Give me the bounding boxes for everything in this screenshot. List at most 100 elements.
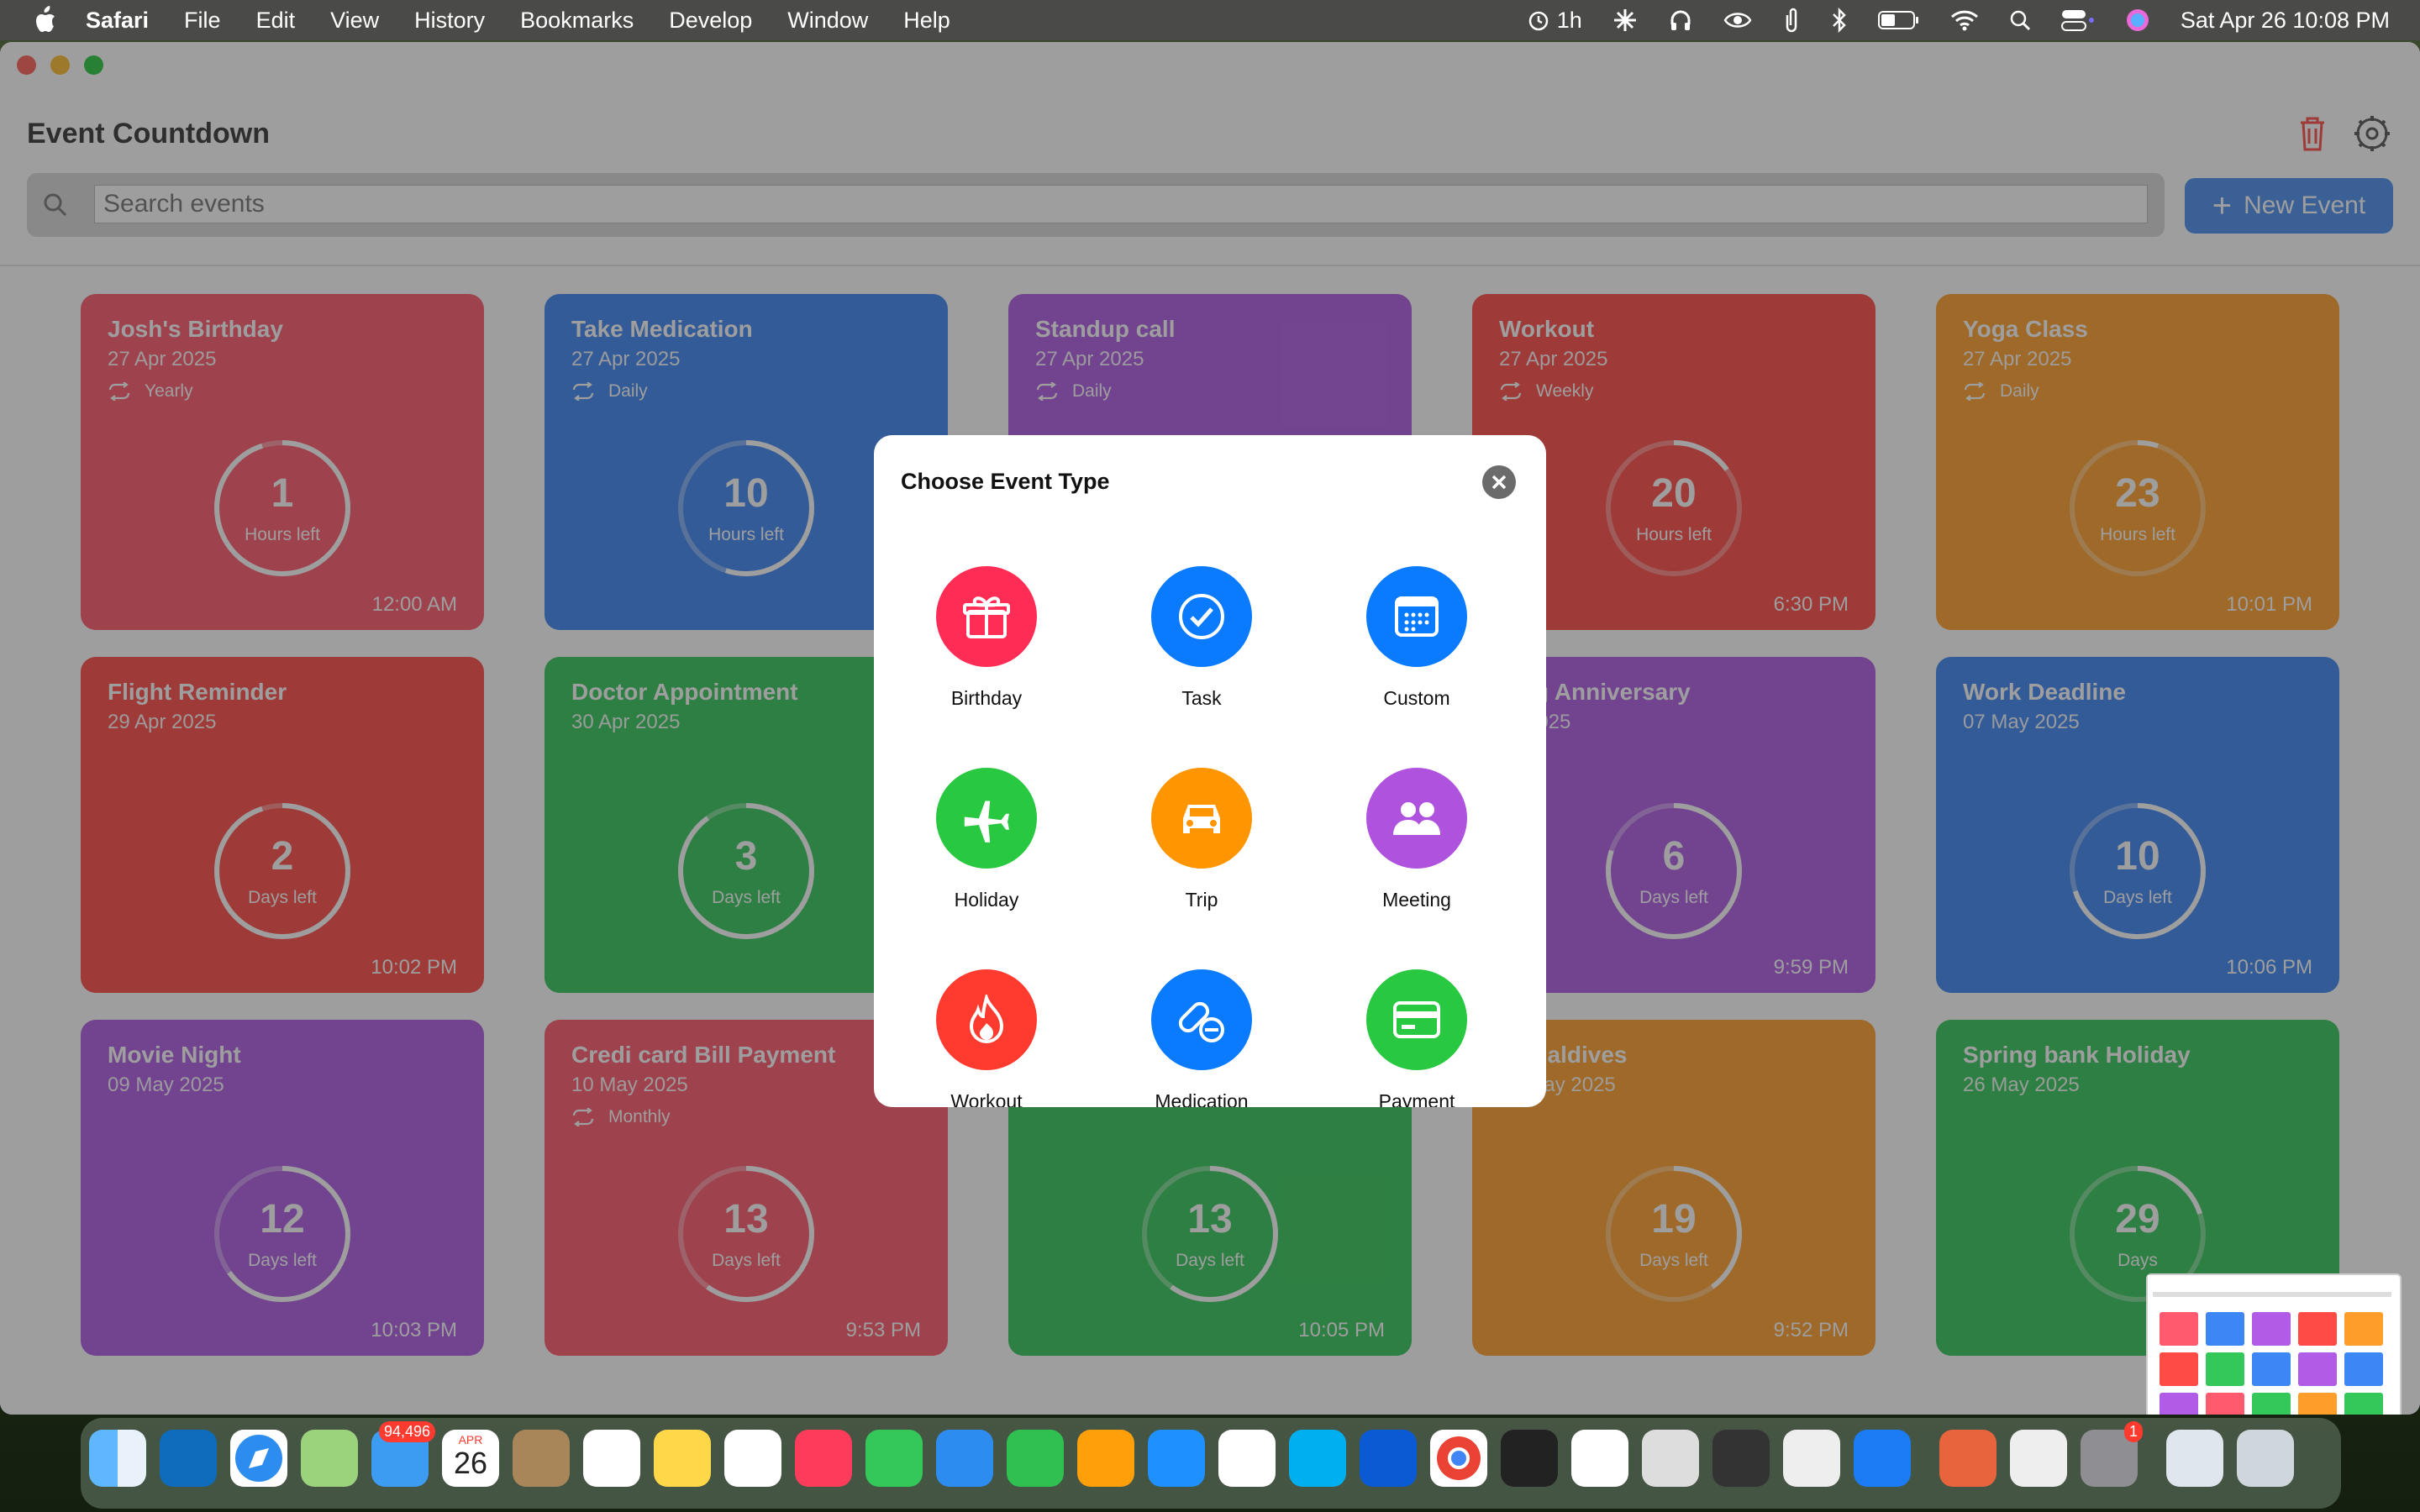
thumbnail-card [2298,1393,2337,1415]
option-circle [1366,566,1467,667]
menu-bookmarks[interactable]: Bookmarks [520,8,634,34]
option-label: Medication [1155,1090,1249,1107]
media-dock-icon[interactable] [1712,1430,1770,1487]
spotlight-search-icon[interactable] [2009,9,2031,31]
headphones-status-icon[interactable] [1668,8,1693,33]
system-settings-dock-icon[interactable]: 1 [2081,1421,2143,1487]
menu-history[interactable]: History [414,8,485,34]
activity-monitor-dock-icon[interactable] [1501,1430,1558,1487]
screenshot-thumbnail[interactable] [2146,1273,2402,1415]
vpn-dock-icon[interactable] [1571,1430,1628,1487]
credit-card-icon [1393,1001,1440,1038]
numbers-dock-icon[interactable] [1007,1430,1064,1487]
finder-dock-icon[interactable] [89,1430,146,1487]
messages-dock-icon[interactable] [865,1430,923,1487]
close-icon [1491,475,1507,490]
option-label: Payment [1378,1090,1455,1107]
option-label: Custom [1383,687,1450,709]
menu-develop[interactable]: Develop [669,8,752,34]
event-type-modal: Choose Event Type Birthday Task Custom Holi… [874,435,1546,1107]
option-circle [936,768,1037,869]
paperclip-status-icon[interactable] [1782,7,1801,34]
settings-badge: 1 [2123,1421,2143,1442]
freeform-dock-icon[interactable] [724,1430,781,1487]
mail-dock-icon[interactable]: 94,496 [371,1421,435,1487]
simulator-dock-icon[interactable] [1783,1430,1840,1487]
thumbnail-card [2298,1312,2337,1346]
event-type-option-medication[interactable]: Medication [1109,969,1294,1107]
gift-icon [963,596,1010,638]
pages-dock-icon[interactable] [1077,1430,1134,1487]
battery-status-icon[interactable] [1877,10,1920,30]
event-type-option-payment[interactable]: Payment [1324,969,1509,1107]
option-circle [936,566,1037,667]
outlook-dock-icon[interactable] [160,1430,217,1487]
menu-view[interactable]: View [330,8,379,34]
menu-app-safari[interactable]: Safari [86,8,149,34]
event-type-option-birthday[interactable]: Birthday [894,566,1079,734]
option-circle [1151,969,1252,1070]
checkmark-circle-icon [1179,594,1224,639]
pin-dock-icon[interactable] [1360,1430,1417,1487]
maps-dock-icon[interactable] [301,1430,358,1487]
flame-icon [969,995,1004,1043]
downloads-dock-icon[interactable] [2166,1430,2223,1487]
trash-dock-icon[interactable] [2237,1430,2294,1487]
event-type-option-holiday[interactable]: Holiday [894,768,1079,936]
option-label: Holiday [954,889,1019,911]
music-dock-icon[interactable] [795,1430,852,1487]
bluetooth-status-icon[interactable] [1831,8,1848,33]
option-label: Workout [950,1090,1023,1107]
claude-dock-icon[interactable] [1939,1430,1996,1487]
thumbnail-card [2344,1352,2383,1386]
control-center-icon[interactable] [2060,8,2095,32]
app-store-dock-icon[interactable] [1148,1430,1205,1487]
menu-clock[interactable]: Sat Apr 26 10:08 PM [2181,8,2390,34]
thumbnail-card [2160,1352,2198,1386]
option-label: Task [1181,687,1222,709]
people-icon [1393,802,1440,835]
app-window: Event Countdown + New Event Josh's Birth… [0,42,2420,1415]
menu-edit[interactable]: Edit [256,8,296,34]
menu-file[interactable]: File [184,8,221,34]
event-type-option-task[interactable]: Task [1109,566,1294,734]
timer-label: 1h [1556,7,1582,33]
notes-dock-icon[interactable] [654,1430,711,1487]
event-type-option-workout[interactable]: Workout [894,969,1079,1107]
mail-badge: 94,496 [378,1421,435,1442]
skype-dock-icon[interactable] [1289,1430,1346,1487]
thumbnail-card [2252,1352,2291,1386]
contacts-dock-icon[interactable] [513,1430,570,1487]
event-type-option-meeting[interactable]: Meeting [1324,768,1509,936]
thumbnail-card [2252,1312,2291,1346]
slack-dock-icon[interactable] [1218,1430,1276,1487]
siri-icon[interactable] [2125,8,2150,33]
event-type-option-trip[interactable]: Trip [1109,768,1294,936]
calendar-dock-icon[interactable]: APR 26 [442,1430,499,1487]
xcode-dock-icon[interactable] [1854,1430,1911,1487]
timer-status[interactable]: 1h [1527,8,1582,34]
close-modal-button[interactable] [1482,465,1516,499]
reminders-dock-icon[interactable] [583,1430,640,1487]
textedit-dock-icon[interactable] [2010,1430,2067,1487]
apple-menu-icon[interactable] [32,6,57,34]
calendar-icon [1395,596,1439,637]
thumbnail-card [2344,1393,2383,1415]
menu-help[interactable]: Help [903,8,950,34]
chrome-dock-icon[interactable] [1430,1430,1487,1487]
option-circle [1366,969,1467,1070]
option-label: Trip [1185,889,1218,911]
launchpad-dock-icon[interactable] [1642,1430,1699,1487]
calendar-day: 26 [453,1446,488,1480]
menu-bar: Safari File Edit View History Bookmarks … [0,0,2420,40]
dock: 94,496 APR 26 1 [81,1418,2341,1509]
event-type-option-custom[interactable]: Custom [1324,566,1509,734]
eye-status-icon[interactable] [1723,10,1752,30]
spark-status-icon[interactable] [1612,8,1638,33]
pills-icon [1178,1001,1224,1042]
keynote-dock-icon[interactable] [936,1430,993,1487]
safari-dock-icon[interactable] [230,1430,287,1487]
menu-window[interactable]: Window [787,8,868,34]
wifi-status-icon[interactable] [1950,9,1979,31]
thumbnail-card [2344,1312,2383,1346]
